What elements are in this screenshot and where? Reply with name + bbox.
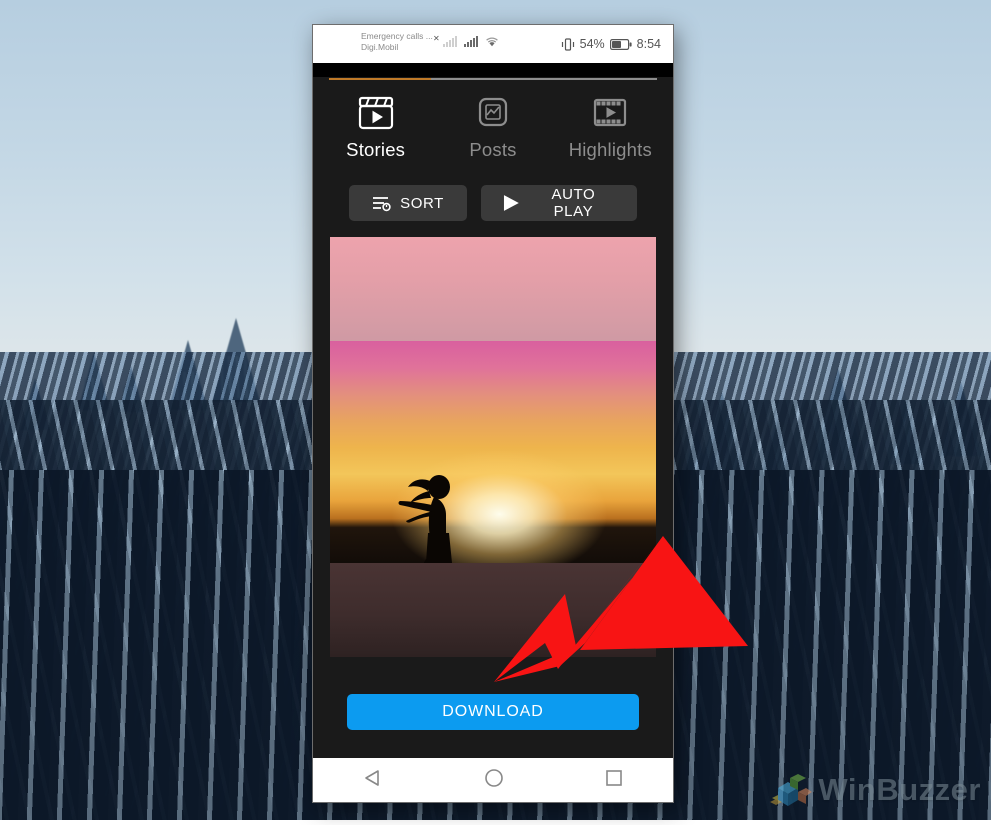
indicator-track [329,78,657,80]
watermark: WinBuzzer [768,768,981,812]
tab-label-posts: Posts [469,139,516,161]
film-strip-play-icon [592,96,628,130]
indicator-fill [329,78,431,80]
status-left-icons: ✕ [433,34,499,47]
story-preview-bottom-dim [330,563,656,657]
tab-highlights[interactable]: Highlights [555,96,665,161]
spruce-tree [212,318,260,402]
spruce-tree [168,340,208,410]
auto-play-button-label: AUTO PLAY [530,186,617,220]
spruce-tree [812,368,864,460]
download-bar: DOWNLOAD [313,678,673,758]
watermark-text: WinBuzzer [818,772,981,808]
sort-button-label: SORT [400,195,444,212]
battery-icon [610,39,632,50]
battery-percent-label: 54% [580,37,605,51]
status-bar: Emergency calls ... Digi.Mobil ✕ 54% [313,25,673,63]
spruce-tree [20,378,50,430]
spruce-tree [682,430,710,480]
carrier-line-1: Emergency calls ... [361,31,433,42]
vibrate-icon [561,38,575,51]
download-button[interactable]: DOWNLOAD [347,694,639,730]
back-button[interactable] [362,768,384,793]
wifi-icon [485,36,499,47]
photo-frame-icon [476,96,510,130]
clock-label: 8:54 [637,37,661,51]
spruce-tree [760,418,794,478]
tab-progress-indicator [313,77,673,80]
story-thumbnail[interactable] [330,237,656,657]
carrier-line-2: Digi.Mobil [361,42,433,53]
signal-bars-icon [464,36,478,47]
tab-label-stories: Stories [346,139,405,161]
clapperboard-play-icon [357,96,395,130]
phone-screenshot: Emergency calls ... Digi.Mobil ✕ 54% [313,25,673,802]
play-icon [501,193,521,213]
tab-label-highlights: Highlights [569,139,652,161]
carrier-label: Emergency calls ... Digi.Mobil [361,31,433,53]
home-button[interactable] [483,767,505,794]
story-list[interactable] [313,237,673,678]
spruce-tree [888,400,924,464]
auto-play-button[interactable]: AUTO PLAY [481,185,637,221]
spruce-tree [940,382,982,456]
recents-button[interactable] [604,768,624,793]
status-right-icons: 54% 8:54 [561,25,661,63]
story-photo-sunset-beach [330,341,656,563]
signal-off-icon: ✕ [433,34,440,43]
action-bar: SORT AUTO PLAY [313,175,673,237]
spruce-tree [118,366,144,412]
tab-stories[interactable]: Stories [321,96,431,161]
circle-icon [483,767,505,789]
story-preview-top-dim [330,237,656,341]
square-icon [604,768,624,788]
sort-button[interactable]: SORT [349,185,467,221]
tab-bar: Stories Posts [313,80,673,175]
triangle-left-icon [362,768,384,788]
signal-bars-inactive-icon [443,36,457,47]
android-navigation-bar [313,758,673,802]
spruce-tree [78,352,110,410]
winbuzzer-logo-icon [768,768,812,812]
sort-icon [372,195,391,212]
tab-posts[interactable]: Posts [438,96,548,161]
